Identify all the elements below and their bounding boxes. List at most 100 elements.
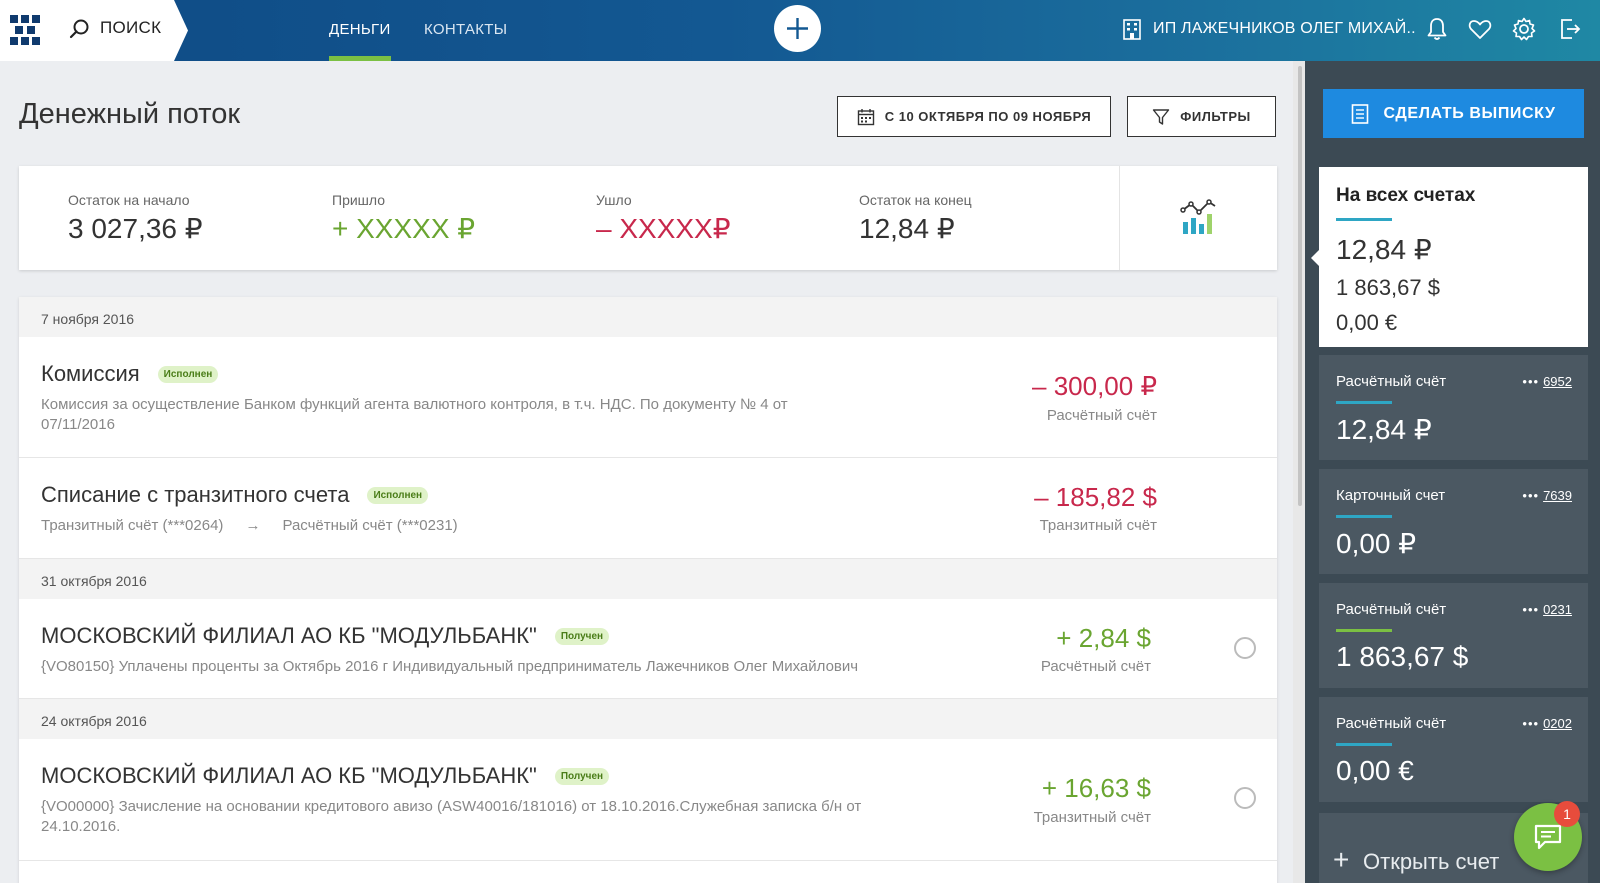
summary-income: Пришло + XXXXX ₽: [332, 192, 475, 245]
all-accounts-underline: [1336, 218, 1392, 221]
transaction-row[interactable]: Комиссия Исполнен Комиссия за осуществле…: [19, 337, 1277, 458]
income-value: + XXXXX ₽: [332, 213, 476, 244]
date-group-header: 24 октября 2016: [19, 699, 1277, 739]
search-area[interactable]: ПОИСК: [0, 0, 188, 61]
transaction-amount: – 185,82 $: [1034, 482, 1157, 512]
account-number: ••• 0202: [1522, 716, 1572, 731]
status-badge: Получен: [554, 767, 610, 785]
transaction-title-row: МОСКОВСКИЙ ФИЛИАЛ АО КБ "МОДУЛЬБАНК" Пол…: [41, 623, 610, 649]
account-number: ••• 7639: [1522, 488, 1572, 503]
account-name: Карточный счет: [1336, 487, 1446, 504]
transaction-account: Транзитный счёт: [1039, 517, 1157, 534]
outcome-label: Ушло: [596, 192, 632, 208]
account-number: ••• 0231: [1522, 602, 1572, 617]
search-icon[interactable]: [69, 18, 91, 40]
status-badge: Получен: [554, 627, 610, 645]
total-balance-usd: 1 863,67 $: [1336, 275, 1440, 300]
transaction-row[interactable]: МОСКОВСКИЙ ФИЛИАЛ АО КБ "МОДУЛЬБАНК" Пол…: [19, 739, 1277, 861]
tab-money[interactable]: ДЕНЬГИ: [329, 21, 391, 38]
arrow-right-icon: →: [245, 517, 261, 534]
transaction-amount: + 16,63 $: [1041, 773, 1151, 803]
account-underline: [1336, 629, 1392, 632]
transaction-description: {VO80150} Уплачены проценты за Октябрь 2…: [41, 658, 859, 675]
account-card-6952[interactable]: Расчётный счёт ••• 6952 12,84 ₽: [1319, 355, 1588, 460]
top-header: ПОИСК ДЕНЬГИ КОНТАКТЫ ИП ЛАЖЕЧНИКОВ ОЛЕГ…: [0, 0, 1600, 61]
start-balance-label: Остаток на начало: [68, 192, 190, 208]
funnel-icon: [1153, 108, 1170, 125]
all-accounts-card[interactable]: На всех счетах 12,84 ₽ 1 863,67 $ 0,00 €: [1311, 167, 1588, 347]
page-title: Денежный поток: [19, 98, 241, 130]
gear-icon[interactable]: [1511, 16, 1537, 42]
notification-badge: 1: [1554, 801, 1580, 827]
document-icon: [1352, 103, 1369, 124]
transaction-row[interactable]: МОСКОВСКИЙ ФИЛИАЛ АО КБ "МОДУЛЬБАНК" Пол…: [19, 599, 1277, 699]
transaction-account: Расчётный счёт: [1040, 658, 1151, 675]
plus-icon: +: [1333, 844, 1350, 875]
transaction-amount: + 2,84 $: [1056, 623, 1151, 653]
search-label[interactable]: ПОИСК: [100, 18, 161, 38]
make-statement-label: СДЕЛАТЬ ВЫПИСКУ: [1383, 104, 1556, 122]
chart-icon[interactable]: [1179, 198, 1219, 238]
date-group-header: 7 ноября 2016: [19, 297, 1277, 337]
scrollbar-thumb[interactable]: [1298, 66, 1302, 506]
account-balance: 12,84 ₽: [1336, 414, 1432, 445]
account-number: ••• 6952: [1522, 374, 1572, 389]
summary-outcome: Ушло – XXXXX₽: [596, 192, 731, 245]
transaction-list: 7 ноября 2016 Комиссия Исполнен Комиссия…: [19, 297, 1277, 883]
transaction-title-row: МОСКОВСКИЙ ФИЛИАЛ АО КБ "МОДУЛЬБАНК" Пол…: [41, 763, 610, 789]
bell-icon[interactable]: [1424, 16, 1450, 42]
all-accounts-title: На всех счетах: [1336, 185, 1476, 206]
summary-divider: [1119, 166, 1120, 270]
date-range-button[interactable]: С 10 ОКТЯБРЯ ПО 09 НОЯБРЯ: [837, 96, 1111, 137]
account-card-0231[interactable]: Расчётный счёт ••• 0231 1 863,67 $: [1319, 583, 1588, 688]
transaction-account: Расчётный счёт: [1046, 407, 1157, 424]
account-underline: [1336, 743, 1392, 746]
chat-icon: [1534, 824, 1562, 850]
account-underline: [1336, 401, 1392, 404]
building-icon: [1123, 19, 1141, 40]
total-balance-rub: 12,84 ₽: [1336, 234, 1432, 265]
logout-icon[interactable]: [1557, 16, 1583, 42]
transaction-account: Транзитный счёт: [1033, 809, 1151, 826]
end-balance-value: 12,84 ₽: [859, 213, 955, 244]
date-group-header: 31 октября 2016: [19, 559, 1277, 599]
income-label: Пришло: [332, 192, 386, 208]
account-name: Расчётный счёт: [1336, 715, 1447, 732]
transaction-title: Комиссия: [41, 361, 140, 386]
select-radio[interactable]: [1234, 637, 1256, 659]
plus-icon: [787, 18, 808, 39]
summary-end: Остаток на конец 12,84 ₽: [859, 192, 972, 245]
heart-icon[interactable]: [1467, 16, 1493, 42]
status-badge: Исполнен: [157, 365, 219, 383]
status-badge: Исполнен: [367, 486, 429, 504]
transfer-to: Расчётный счёт (***0231): [282, 517, 458, 534]
date-range-label: С 10 ОКТЯБРЯ ПО 09 НОЯБРЯ: [884, 109, 1092, 124]
transaction-description: {VO00000} Зачисление на основании кредит…: [41, 798, 862, 835]
account-underline: [1336, 515, 1392, 518]
bank-logo-icon[interactable]: [10, 15, 40, 45]
start-balance-value: 3 027,36 ₽: [68, 213, 203, 244]
create-button[interactable]: [774, 5, 821, 52]
filters-button[interactable]: ФИЛЬТРЫ: [1127, 96, 1276, 137]
cashflow-summary: Остаток на начало 3 027,36 ₽ Пришло + XX…: [19, 166, 1277, 270]
select-radio[interactable]: [1234, 787, 1256, 809]
make-statement-button[interactable]: СДЕЛАТЬ ВЫПИСКУ: [1323, 89, 1584, 138]
total-balance-eur: 0,00 €: [1336, 310, 1398, 335]
transaction-title: Списание с транзитного счета: [41, 482, 350, 507]
transfer-from: Транзитный счёт (***0264): [41, 517, 224, 534]
account-name: Расчётный счёт: [1336, 373, 1447, 390]
transaction-title: МОСКОВСКИЙ ФИЛИАЛ АО КБ "МОДУЛЬБАНК": [41, 763, 537, 788]
account-card-0202[interactable]: Расчётный счёт ••• 0202 0,00 €: [1319, 697, 1588, 802]
transaction-row[interactable]: Списание с транзитного счета Исполнен Тр…: [19, 458, 1277, 559]
account-name: Расчётный счёт: [1336, 601, 1447, 618]
summary-start: Остаток на начало 3 027,36 ₽: [68, 192, 203, 245]
transaction-amount: – 300,00 ₽: [1032, 371, 1157, 401]
account-card-7639[interactable]: Карточный счет ••• 7639 0,00 ₽: [1319, 469, 1588, 574]
transaction-title: МОСКОВСКИЙ ФИЛИАЛ АО КБ "МОДУЛЬБАНК": [41, 623, 537, 648]
tab-contacts[interactable]: КОНТАКТЫ: [424, 21, 507, 38]
account-balance: 0,00 €: [1336, 755, 1414, 786]
calendar-icon: [857, 108, 874, 125]
account-balance: 0,00 ₽: [1336, 528, 1417, 559]
filters-label: ФИЛЬТРЫ: [1180, 109, 1251, 124]
organization-name[interactable]: ИП ЛАЖЕЧНИКОВ ОЛЕГ МИХАЙ..: [1153, 20, 1416, 38]
